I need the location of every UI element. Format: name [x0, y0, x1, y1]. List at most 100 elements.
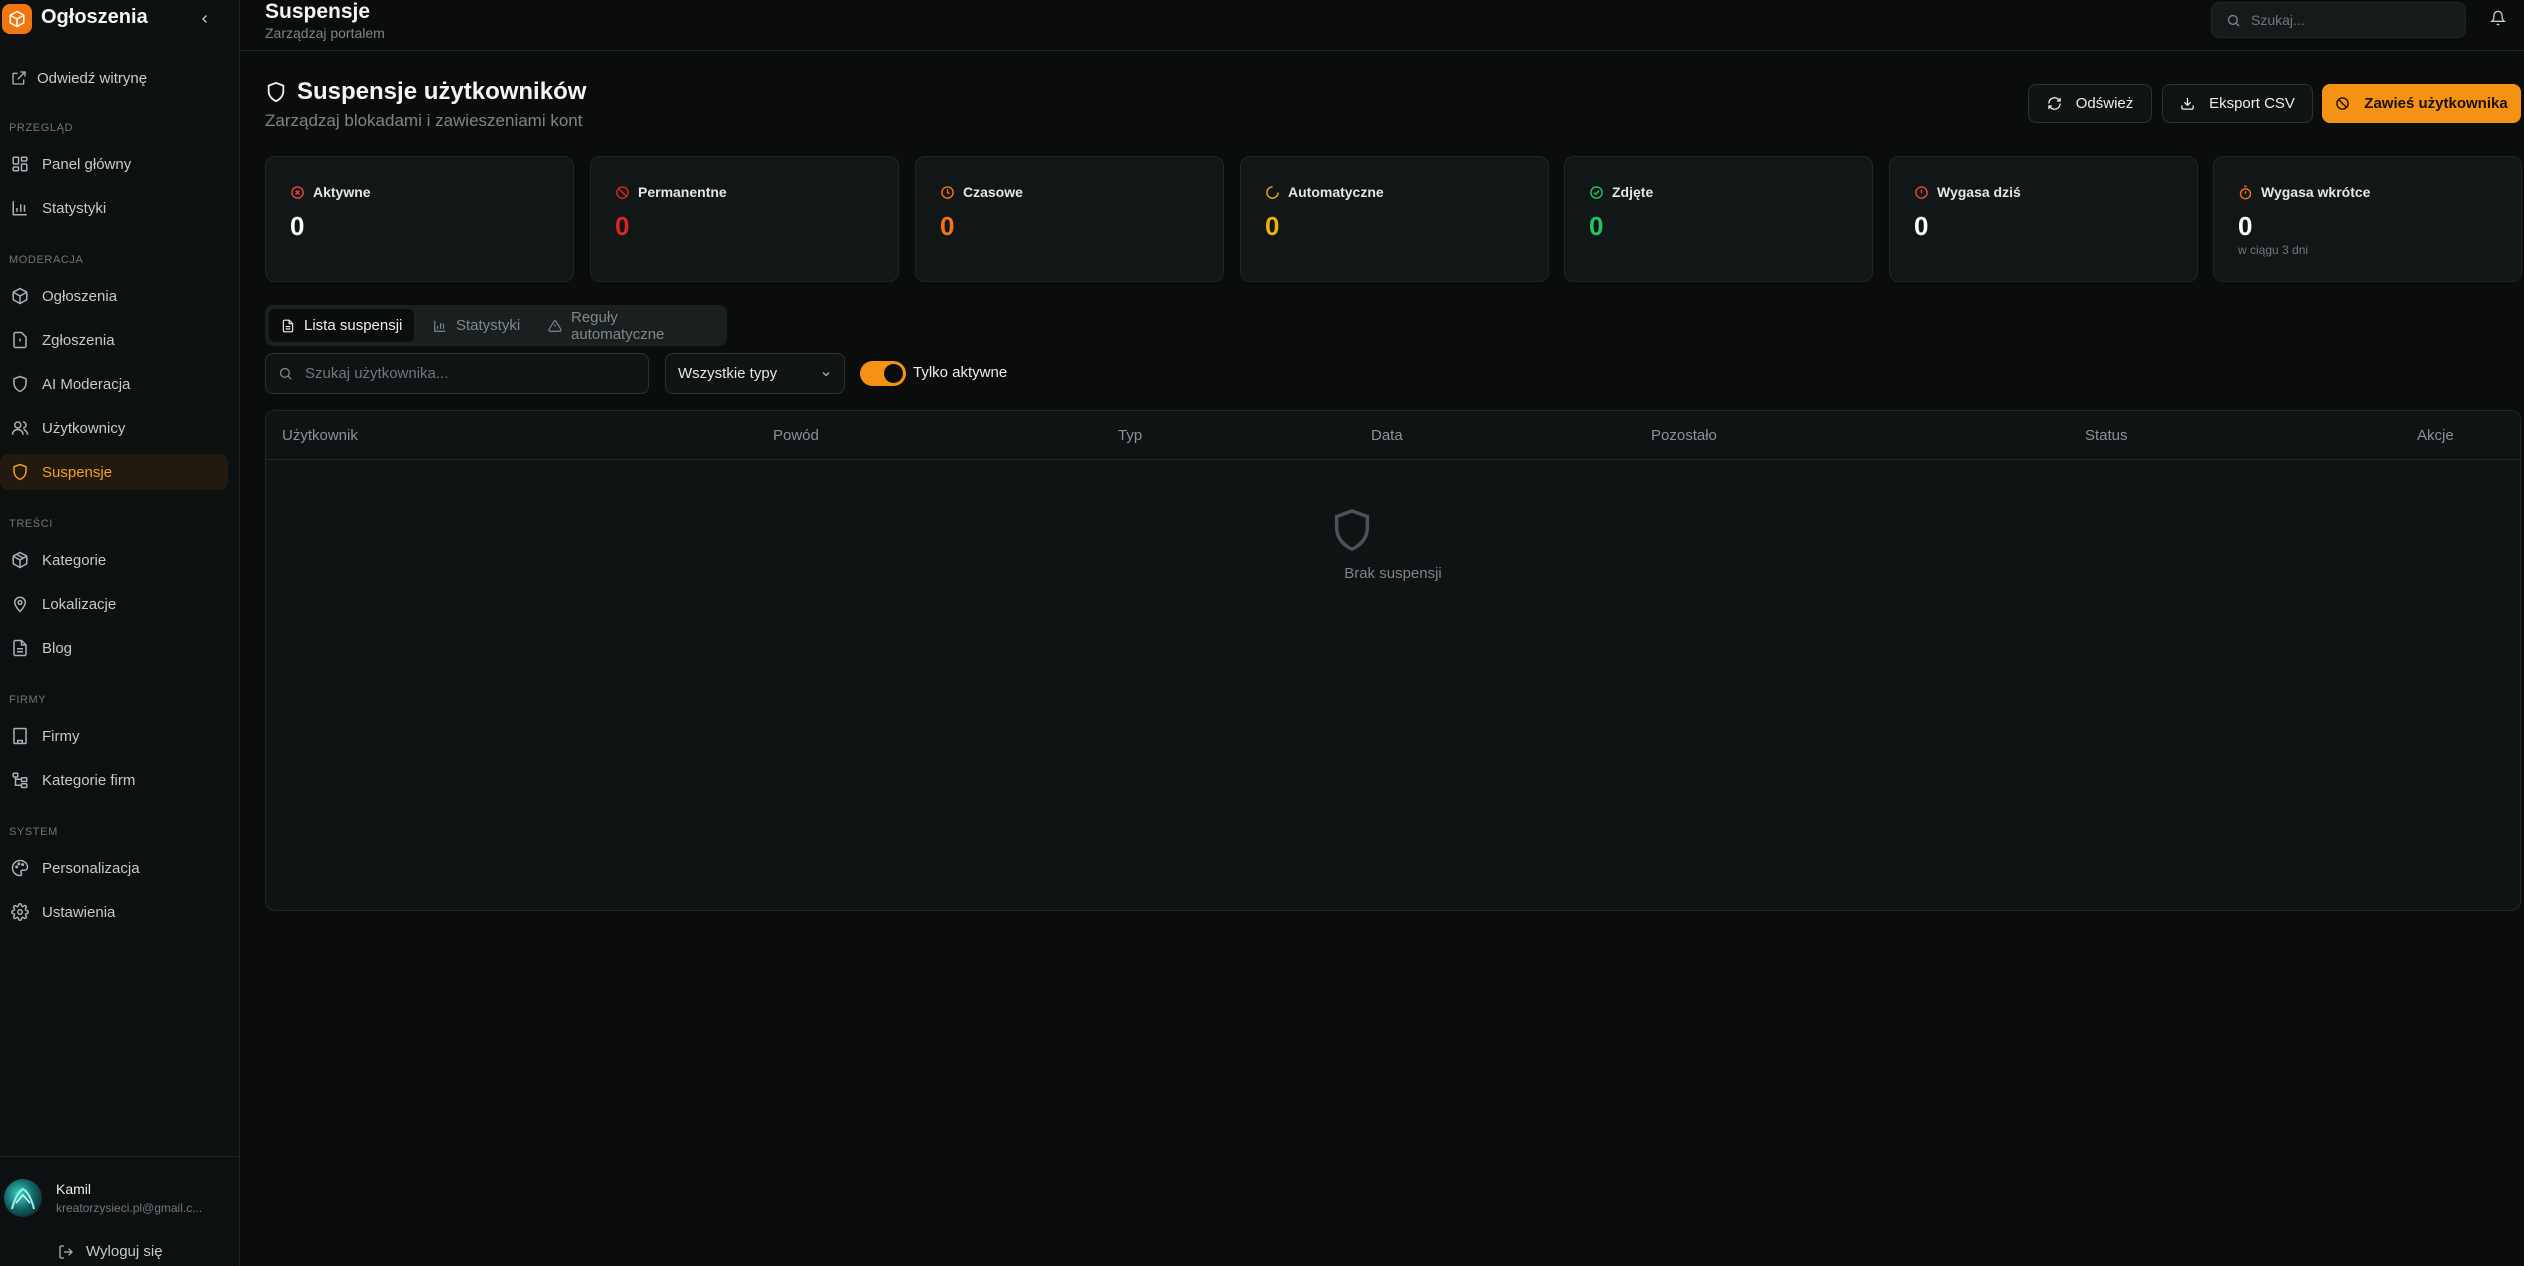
global-search[interactable] [2211, 2, 2466, 38]
package-logo-icon [2, 4, 32, 34]
ban-icon [615, 185, 630, 200]
gear-icon [10, 903, 29, 922]
visit-site-label: Odwiedź witrynę [37, 69, 148, 87]
building-icon [10, 727, 29, 746]
refresh-button[interactable]: Odśwież [2028, 84, 2152, 123]
suspend-user-button[interactable]: Zawieś użytkownika [2322, 84, 2521, 123]
sidebar-item-label: AI Moderacja [42, 375, 131, 393]
alert-circle-icon [1914, 185, 1929, 200]
section-label-overview: PRZEGLĄD [9, 122, 74, 134]
content-title-text: Suspensje użytkowników [297, 78, 587, 105]
sidebar-item-dashboard[interactable]: Panel główny [0, 146, 228, 182]
tab-label: Statystyki [456, 317, 521, 334]
sidebar-item-settings[interactable]: Ustawienia [0, 894, 228, 930]
stat-label: Aktywne [313, 184, 371, 200]
palette-icon [10, 859, 29, 878]
sidebar-item-label: Zgłoszenia [42, 331, 115, 349]
section-label-companies: FIRMY [9, 694, 47, 706]
user-search[interactable] [265, 353, 649, 394]
section-label-system: SYSTEM [9, 826, 58, 838]
column-header-status[interactable]: Status [2085, 427, 2128, 444]
column-header-remaining[interactable]: Pozostało [1651, 427, 1717, 444]
stat-value: 0 [2238, 211, 2253, 241]
tab-label: Lista suspensji [304, 317, 403, 334]
column-header-type[interactable]: Typ [1118, 427, 1142, 444]
brand: Ogłoszenia [0, 0, 240, 40]
tab-auto-rules[interactable]: Reguły automatyczne [536, 308, 727, 343]
check-circle-icon [1589, 185, 1604, 200]
stat-value: 0 [1914, 211, 1929, 241]
global-search-input[interactable] [2251, 12, 2441, 28]
sidebar: Ogłoszenia Odwiedź witrynę PRZEGLĄD Pane… [0, 0, 240, 1266]
sidebar-item-listings[interactable]: Ogłoszenia [0, 278, 228, 314]
type-select-value: Wszystkie typy [678, 365, 778, 382]
content-subtitle: Zarządzaj blokadami i zawieszeniami kont [265, 111, 583, 130]
sidebar-item-label: Suspensje [42, 463, 113, 481]
stat-value: 0 [1265, 211, 1280, 241]
external-link-icon [11, 70, 27, 86]
topbar: Suspensje Zarządzaj portalem [240, 0, 2524, 51]
shield-icon [10, 463, 29, 482]
column-header-reason[interactable]: Powód [773, 427, 819, 444]
sidebar-item-label: Kategorie firm [42, 771, 136, 789]
visit-site-link[interactable]: Odwiedź witrynę [0, 66, 228, 90]
stat-card-permanent: Permanentne 0 [590, 156, 899, 282]
collapse-sidebar-button[interactable] [195, 8, 215, 30]
stat-card-automatic: Automatyczne 0 [1240, 156, 1549, 282]
type-select[interactable]: Wszystkie typy [665, 353, 845, 394]
only-active-label: Tylko aktywne [913, 364, 1008, 381]
stat-label: Czasowe [963, 184, 1023, 200]
users-icon [10, 419, 29, 438]
export-csv-button[interactable]: Eksport CSV [2162, 84, 2313, 123]
empty-state-text: Brak suspensji [1344, 565, 1442, 582]
sidebar-item-users[interactable]: Użytkownicy [0, 410, 228, 446]
sidebar-item-company-categories[interactable]: Kategorie firm [0, 762, 228, 798]
stat-value: 0 [290, 211, 305, 241]
sidebar-item-blog[interactable]: Blog [0, 630, 228, 666]
suspensions-table: Użytkownik Powód Typ Data Pozostało Stat… [265, 410, 2521, 911]
search-icon [278, 366, 293, 381]
tree-icon [10, 771, 29, 790]
sidebar-item-reports[interactable]: Zgłoszenia [0, 322, 228, 358]
stat-note: w ciągu 3 dni [2238, 243, 2309, 257]
sidebar-item-locations[interactable]: Lokalizacje [0, 586, 228, 622]
avatar[interactable] [4, 1179, 42, 1217]
sidebar-item-categories[interactable]: Kategorie [0, 542, 228, 578]
search-icon [2226, 13, 2241, 28]
sidebar-item-statistics[interactable]: Statystyki [0, 190, 228, 226]
column-header-user[interactable]: Użytkownik [282, 427, 358, 444]
package-icon [10, 287, 29, 306]
box-icon [10, 551, 29, 570]
refresh-icon [2047, 96, 2062, 111]
tabs: Lista suspensji Statystyki Reguły automa… [265, 305, 727, 346]
stat-value: 0 [940, 211, 955, 241]
sidebar-item-label: Blog [42, 639, 73, 657]
stat-label: Permanentne [638, 184, 727, 200]
stat-value: 0 [615, 211, 630, 241]
column-header-date[interactable]: Data [1371, 427, 1403, 444]
page-title: Suspensje [265, 0, 371, 23]
logout-label: Wyloguj się [86, 1243, 163, 1260]
shield-icon [10, 375, 29, 394]
sidebar-item-suspensions[interactable]: Suspensje [0, 454, 228, 490]
sidebar-item-label: Statystyki [42, 199, 107, 217]
content-title: Suspensje użytkowników [265, 78, 586, 106]
stat-value: 0 [1589, 211, 1604, 241]
bell-icon[interactable] [2490, 10, 2506, 26]
sidebar-item-companies[interactable]: Firmy [0, 718, 228, 754]
tab-statistics[interactable]: Statystyki [421, 309, 532, 342]
sidebar-item-label: Personalizacja [42, 859, 140, 877]
section-label-moderation: MODERACJA [9, 254, 84, 266]
tab-suspension-list[interactable]: Lista suspensji [269, 309, 415, 342]
user-search-input[interactable] [305, 365, 635, 382]
brand-name: Ogłoszenia [41, 6, 148, 28]
warning-icon [548, 319, 562, 333]
tab-label: Reguły automatyczne [571, 308, 665, 343]
shield-icon [265, 81, 287, 103]
bar-chart-icon [433, 319, 447, 333]
report-icon [10, 331, 29, 350]
sidebar-item-ai-moderation[interactable]: AI Moderacja [0, 366, 228, 402]
logout-button[interactable]: Wyloguj się [58, 1243, 163, 1260]
sidebar-item-personalization[interactable]: Personalizacja [0, 850, 228, 886]
only-active-toggle[interactable] [860, 361, 906, 386]
